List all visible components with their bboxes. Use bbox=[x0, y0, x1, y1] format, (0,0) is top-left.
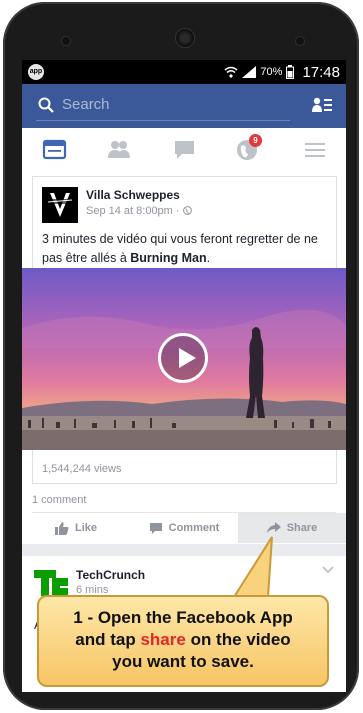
feed-post: Villa Schweppes Sep 14 at 8:00pm · 3 min… bbox=[22, 172, 346, 544]
friend-requests-tab-icon[interactable] bbox=[106, 138, 132, 162]
notifications-tab[interactable]: 9 bbox=[235, 134, 262, 162]
chevron-down-icon[interactable] bbox=[322, 566, 334, 574]
comment-icon bbox=[149, 522, 162, 534]
instruction-callout: 1 - Open the Facebook App and tap share … bbox=[37, 595, 329, 687]
callout-highlight-share: share bbox=[140, 630, 186, 649]
play-icon bbox=[179, 348, 196, 368]
callout-line-1: 1 - Open the Facebook App bbox=[73, 608, 293, 627]
status-app-icon: app bbox=[28, 64, 44, 80]
callout-line-2-post: on the video bbox=[185, 630, 291, 649]
post-video[interactable] bbox=[22, 268, 346, 450]
contacts-list-icon[interactable] bbox=[312, 97, 332, 113]
menu-tab-icon[interactable] bbox=[302, 138, 328, 162]
front-camera bbox=[175, 28, 195, 48]
like-label: Like bbox=[74, 522, 97, 534]
callout-text: 1 - Open the Facebook App and tap share … bbox=[39, 607, 327, 673]
post-author[interactable]: Villa Schweppes bbox=[86, 188, 180, 202]
post-text-suffix: . bbox=[206, 251, 211, 265]
villa-schweppes-logo bbox=[42, 187, 78, 223]
wifi-icon bbox=[224, 66, 238, 78]
callout-line-3: you want to save. bbox=[112, 652, 254, 671]
thumbs-up-icon bbox=[54, 521, 69, 535]
status-right: 70% 17:48 bbox=[224, 62, 340, 82]
battery-icon bbox=[286, 65, 295, 79]
search-icon[interactable] bbox=[38, 97, 54, 113]
share-label: Share bbox=[286, 522, 318, 534]
post-meta: Sep 14 at 8:00pm · bbox=[86, 205, 192, 217]
post2-author[interactable]: TechCrunch bbox=[76, 568, 145, 582]
comment-count[interactable]: 1 comment bbox=[32, 494, 86, 506]
messages-tab-icon[interactable] bbox=[172, 138, 198, 162]
post-text-bold[interactable]: Burning Man bbox=[130, 251, 206, 265]
like-button[interactable]: Like bbox=[22, 513, 130, 543]
post-date[interactable]: Sep 14 at 8:00pm bbox=[86, 205, 173, 217]
callout-line-2: and tap share on the video bbox=[39, 629, 327, 651]
techcrunch-logo[interactable] bbox=[34, 570, 68, 596]
news-feed-tab-icon[interactable] bbox=[42, 138, 68, 162]
search-input[interactable]: Search bbox=[62, 96, 110, 113]
play-button[interactable] bbox=[158, 333, 208, 383]
post-actions: Like Comment Share bbox=[22, 513, 346, 543]
page-avatar[interactable] bbox=[42, 187, 78, 223]
share-arrow-icon bbox=[266, 522, 281, 533]
public-globe-icon bbox=[182, 206, 192, 215]
callout-line-2-pre: and tap bbox=[75, 630, 141, 649]
status-bar: app 70% 17:48 bbox=[22, 60, 346, 84]
view-count: 1,544,244 views bbox=[42, 463, 122, 475]
search-underline bbox=[36, 120, 290, 121]
notification-badge: 9 bbox=[249, 134, 262, 147]
callout-pointer bbox=[232, 536, 273, 598]
comment-label: Comment bbox=[168, 522, 220, 534]
post-text: 3 minutes de vidéo qui vous feront regre… bbox=[42, 230, 332, 268]
privacy-dot: · bbox=[175, 205, 183, 217]
top-search-bar: Search bbox=[22, 84, 346, 128]
status-time: 17:48 bbox=[302, 63, 340, 81]
proximity-sensor bbox=[295, 36, 305, 46]
tab-bar: 9 bbox=[22, 128, 346, 173]
battery-percent: 70% bbox=[260, 66, 283, 78]
signal-icon bbox=[242, 66, 257, 78]
front-sensor bbox=[61, 36, 71, 46]
